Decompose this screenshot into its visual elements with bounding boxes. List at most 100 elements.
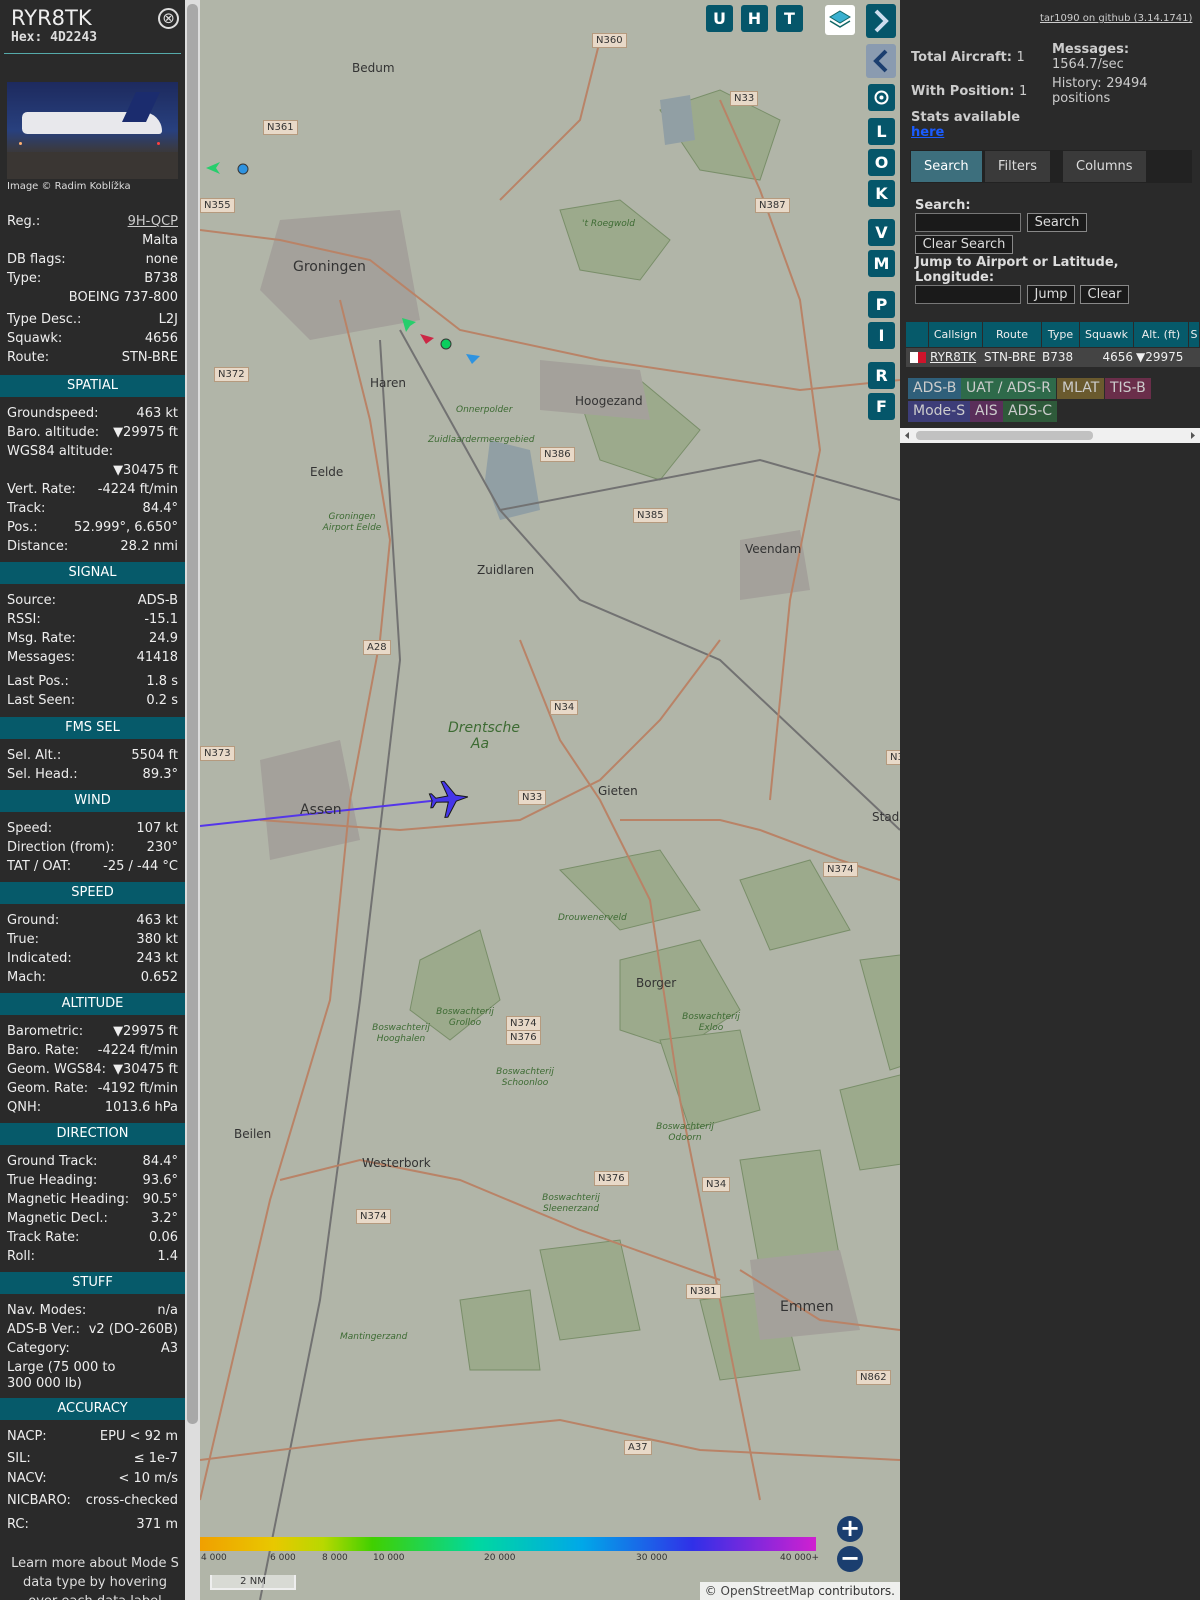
toolbar-u-button[interactable]: U [706,5,733,32]
close-icon[interactable]: ⊗ [158,8,179,29]
tab-filters[interactable]: Filters [985,151,1050,182]
messages-label: Messages: [1052,42,1130,57]
table-header[interactable]: Type [1042,322,1080,347]
jump-input[interactable] [915,285,1021,304]
toolbar-h-button[interactable]: H [741,5,768,32]
detail-value: 1.8 s [146,674,178,689]
scrollbar-thumb[interactable] [187,4,198,1424]
scrollbar-thumb[interactable] [916,431,1093,440]
detail-value: -15.1 [144,612,178,627]
detail-row: Baro. Rate: -4224 ft/min [7,1041,178,1060]
detail-value: 0.06 [149,1230,178,1245]
aircraft-list-panel: tar1090 on github (3.14.1741) Total Airc… [900,0,1200,1600]
detail-label: Track Rate: [7,1230,80,1245]
osm-link[interactable]: OpenStreetMap [721,1584,815,1598]
collapse-left-button[interactable] [866,44,896,78]
sidebar-scrollbar[interactable] [185,0,200,1600]
detail-row: RSSI: -15.1 [7,610,178,629]
detail-label: Mach: [7,970,46,985]
map-place-label: Westerbork [362,1156,431,1170]
clear-search-button[interactable]: Clear Search [915,235,1013,254]
settings-button[interactable] [868,84,895,111]
table-header[interactable]: Route [983,322,1042,347]
footer-note: Learn more about Mode S data type by hov… [11,1556,179,1600]
scroll-right-icon[interactable] [1187,428,1199,443]
table-header[interactable]: S [1189,322,1200,347]
history-value: 29494 [1106,76,1148,91]
detail-label: True Heading: [7,1173,98,1188]
typedesc-row: Type Desc.: L2J [7,310,178,329]
detail-value: ▼29975 ft [113,1024,178,1039]
detail-label: NACP: [7,1429,47,1444]
section-signal: SIGNAL [0,562,185,584]
toolbar-t-button[interactable]: T [776,5,803,32]
detail-row: Track Rate: 0.06 [7,1228,178,1247]
search-button[interactable]: Search [1027,213,1087,232]
search-label: Search: [915,198,971,213]
toolbar-i-button[interactable]: I [868,322,895,349]
table-header[interactable]: Callsign [929,322,983,347]
detail-label: Last Pos.: [7,674,69,689]
reg-link[interactable]: 9H-QCP [128,212,178,231]
table-header[interactable]: Squawk [1080,322,1134,347]
detail-value: 89.3° [142,767,178,782]
toolbar-k-button[interactable]: K [868,180,895,207]
zoom-out-button[interactable]: − [837,1546,863,1572]
detail-value: 230° [146,840,178,855]
map-nature-label: Boswachterij Grolloo [436,1007,494,1028]
stats-available: Stats available here [911,110,1020,140]
route-row: Route: STN-BRE [7,348,178,367]
road-shield: N381 [686,1284,721,1299]
toolbar-l-button[interactable]: L [868,118,895,145]
detail-label: RC: [7,1517,29,1532]
toolbar-f-button[interactable]: F [868,393,895,420]
map-place-label: Eelde [310,465,344,479]
stats-link[interactable]: here [911,125,1020,140]
aircraft-photo[interactable] [7,82,178,179]
toolbar-o-button[interactable]: O [868,149,895,176]
table-header[interactable] [906,322,929,347]
map-place-label: Hoogezand [575,394,643,408]
table-header[interactable]: Alt. (ft) [1134,322,1189,347]
detail-row: Messages: 41418 [7,648,178,667]
detail-label: Magnetic Decl.: [7,1211,108,1226]
tab-columns[interactable]: Columns [1063,151,1146,182]
section-altitude: ALTITUDE [0,993,185,1015]
detail-value: 380 kt [136,932,178,947]
with-position-stat: With Position: 1 [911,84,1027,99]
layers-button[interactable] [825,5,855,35]
detail-row: Ground Track: 84.4° [7,1152,178,1171]
typedesc-value: L2J [158,312,178,327]
detail-label: Category: [7,1341,70,1356]
map-place-label: Haren [370,376,407,390]
scroll-left-icon[interactable] [901,428,913,443]
toolbar-p-button[interactable]: P [868,291,895,318]
expand-right-button[interactable] [866,4,896,38]
detail-row: Track: 84.4° [7,499,178,518]
row-callsign[interactable]: RYR8TK [930,348,982,367]
map-place-label: Bedum [352,61,395,75]
detail-label: Direction (from): [7,840,115,855]
type-full-row: BOEING 737-800 [7,288,178,307]
zoom-in-button[interactable]: + [837,1516,863,1542]
history-unit: positions [1052,91,1111,106]
jump-button[interactable]: Jump [1027,285,1075,304]
map-view[interactable]: Groningen Bedum Haren Hoogezand Eelde Zu… [200,0,900,1600]
table-horizontal-scrollbar[interactable] [900,428,1200,443]
detail-value: ▼29975 ft [113,425,178,440]
detail-value: 52.999°, 6.650° [74,520,178,535]
detail-value: 28.2 nmi [120,539,178,554]
road-shield: N387 [755,198,790,213]
github-link[interactable]: tar1090 on github (3.14.1741) [1040,13,1192,24]
toolbar-v-button[interactable]: V [868,219,895,246]
detail-value: n/a [157,1303,178,1318]
road-shield: N386 [540,447,575,462]
type-row: Type: B738 [7,269,178,288]
toolbar-r-button[interactable]: R [868,362,895,389]
search-input[interactable] [915,213,1021,232]
clear-button[interactable]: Clear [1080,285,1129,304]
tab-search[interactable]: Search [911,151,982,182]
detail-row: Magnetic Decl.: 3.2° [7,1209,178,1228]
detail-value: cross-checked [85,1493,178,1508]
toolbar-m-button[interactable]: M [868,250,895,277]
